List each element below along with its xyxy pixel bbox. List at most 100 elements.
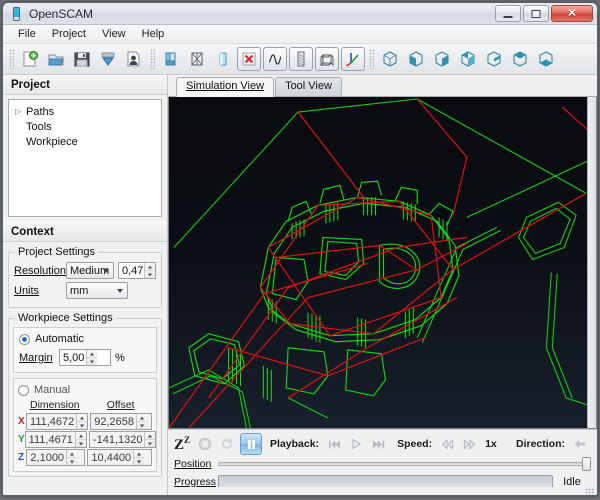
resolution-number-spinbox[interactable]: 0,47 [118, 262, 156, 279]
show-bounds-button[interactable] [185, 47, 209, 71]
spin-down-icon[interactable] [145, 271, 155, 278]
simulation-3d-viewport[interactable] [168, 97, 597, 429]
view-bottom-button[interactable] [534, 47, 558, 71]
speed-label: Speed: [397, 438, 433, 450]
view-left-button[interactable] [456, 47, 480, 71]
spin-down-icon[interactable] [77, 422, 87, 429]
menu-file[interactable]: File [10, 26, 44, 42]
spinner-buttons[interactable] [66, 450, 78, 465]
dimension-y-spinbox[interactable]: 111,4671 [24, 431, 87, 448]
automatic-radio[interactable] [19, 333, 30, 345]
minimize-button[interactable] [495, 5, 521, 22]
faster-button[interactable] [460, 435, 478, 453]
spinner-buttons[interactable] [76, 414, 88, 429]
project-settings-group: Project Settings Resolution Medium 0,47 … [8, 246, 162, 308]
automatic-radio-row[interactable]: Automatic [19, 333, 151, 345]
toolbar-grip-3[interactable] [369, 49, 374, 69]
spin-up-icon[interactable] [145, 263, 155, 271]
tree-item-workpiece[interactable]: Workpiece [12, 134, 158, 149]
project-tree[interactable]: ▷ Paths Tools Workpiece [8, 99, 162, 217]
spin-up-icon[interactable] [67, 450, 78, 458]
show-workpiece-button[interactable] [159, 47, 183, 71]
view-top-button[interactable] [508, 47, 532, 71]
viewport-vertical-scrollbar[interactable] [587, 97, 596, 428]
axis-label-z: Z [18, 452, 25, 463]
spin-down-icon[interactable] [67, 458, 77, 465]
title-bar: OpenSCAM ✕ [3, 3, 597, 25]
spin-down-icon[interactable] [76, 440, 86, 447]
dimension-z-value: 2,1000 [30, 451, 65, 464]
spinner-buttons[interactable] [74, 432, 86, 447]
units-select[interactable]: mm [66, 282, 128, 299]
reload-button[interactable] [218, 435, 236, 453]
spinner-buttons[interactable] [86, 350, 98, 365]
manual-radio-row[interactable]: Manual [18, 384, 152, 396]
slider-thumb[interactable] [582, 456, 591, 471]
spin-down-icon[interactable] [137, 422, 147, 429]
skip-end-button[interactable] [369, 435, 387, 453]
dimension-z-spinbox[interactable]: 2,1000 [26, 449, 86, 466]
chevron-right-icon[interactable]: ▷ [15, 107, 26, 116]
menu-project[interactable]: Project [44, 26, 94, 42]
margin-spinbox[interactable]: 5,00 [59, 349, 111, 366]
play-button[interactable] [347, 435, 365, 453]
resize-grip[interactable] [585, 488, 595, 495]
spinner-buttons[interactable] [136, 414, 148, 429]
spinner-buttons[interactable] [133, 450, 145, 465]
view-back-button[interactable] [430, 47, 454, 71]
spin-up-icon[interactable] [134, 450, 145, 458]
direction-button[interactable] [571, 435, 589, 453]
stop-icon [199, 438, 212, 450]
menu-help[interactable]: Help [134, 26, 173, 42]
snapshot-button[interactable] [122, 47, 146, 71]
hide-surface-button[interactable] [237, 47, 261, 71]
show-bbox-button[interactable] [315, 47, 339, 71]
show-axes-button[interactable] [341, 47, 365, 71]
spin-up-icon[interactable] [75, 432, 86, 440]
tree-item-tools[interactable]: Tools [12, 119, 158, 134]
spin-up-icon[interactable] [137, 414, 148, 422]
view-right-button[interactable] [482, 47, 506, 71]
dimension-header: Dimension [30, 399, 80, 411]
tab-label: Tool View [285, 80, 332, 92]
new-button[interactable] [18, 47, 42, 71]
spin-down-icon[interactable] [145, 440, 155, 447]
toolbar-grip-2[interactable] [150, 49, 155, 69]
position-slider[interactable] [218, 456, 591, 471]
tab-simulation-view[interactable]: Simulation View [176, 77, 275, 97]
stop-button[interactable] [196, 435, 214, 453]
maximize-button[interactable] [523, 5, 549, 22]
offset-z-spinbox[interactable]: 10,4400 [87, 449, 152, 466]
view-isometric-button[interactable] [378, 47, 402, 71]
spinner-buttons[interactable] [144, 432, 156, 447]
spin-up-icon[interactable] [77, 414, 88, 422]
offset-x-spinbox[interactable]: 92,2658 [90, 413, 152, 430]
tree-item-paths[interactable]: ▷ Paths [12, 104, 158, 119]
application-icon [13, 7, 20, 21]
show-path-button[interactable] [263, 47, 287, 71]
skip-start-button[interactable] [325, 435, 343, 453]
slower-button[interactable] [438, 435, 456, 453]
spin-up-icon[interactable] [87, 350, 98, 358]
spinner-buttons[interactable] [144, 263, 155, 278]
spin-down-icon[interactable] [134, 458, 144, 465]
open-button[interactable] [44, 47, 68, 71]
toolbar-grip[interactable] [9, 49, 14, 69]
export-button[interactable] [96, 47, 120, 71]
view-front-button[interactable] [404, 47, 428, 71]
offset-y-spinbox[interactable]: -141,1320 [88, 431, 157, 448]
show-drill-button[interactable] [289, 47, 313, 71]
arrow-left-icon [574, 439, 586, 449]
save-button[interactable] [70, 47, 94, 71]
view-right-icon [487, 51, 501, 67]
resolution-select[interactable]: Medium [65, 262, 114, 279]
close-button[interactable]: ✕ [551, 5, 593, 22]
spin-down-icon[interactable] [87, 358, 97, 365]
pause-button[interactable] [240, 433, 263, 455]
spin-up-icon[interactable] [145, 432, 156, 440]
menu-view[interactable]: View [94, 26, 134, 42]
manual-radio[interactable] [18, 384, 29, 396]
show-tool-button[interactable] [211, 47, 235, 71]
dimension-x-spinbox[interactable]: 111,4672 [26, 413, 89, 430]
tab-tool-view[interactable]: Tool View [275, 77, 342, 96]
